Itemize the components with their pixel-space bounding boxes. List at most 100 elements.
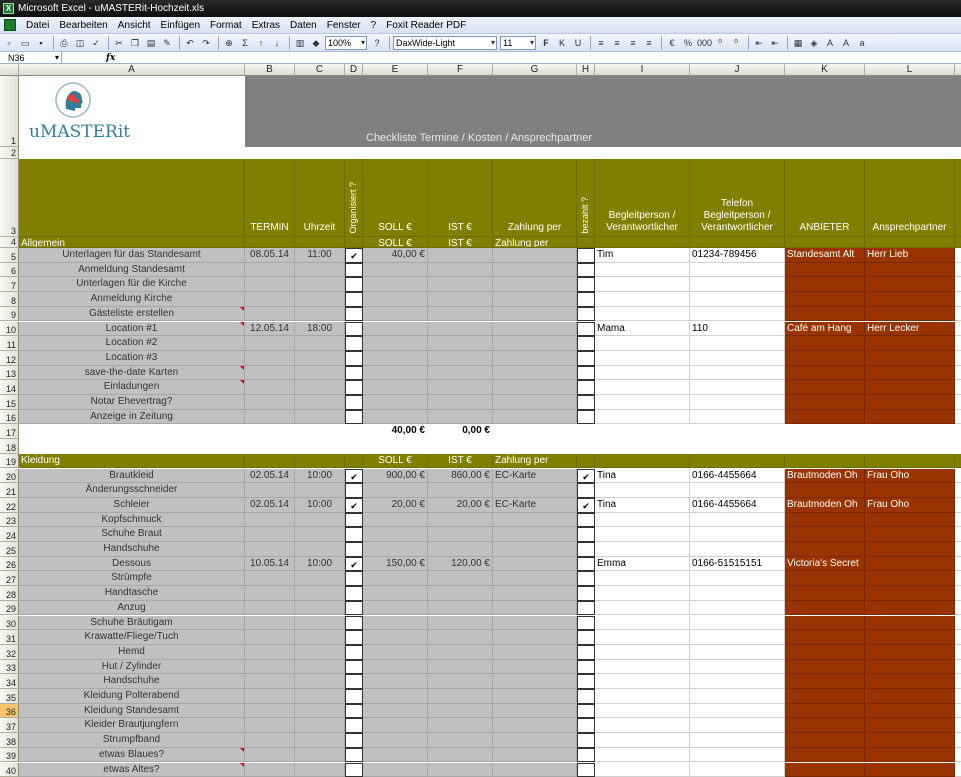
select-all-corner[interactable] [0,64,19,76]
row-header-10[interactable]: 10 [0,322,19,337]
ansprech-cell[interactable] [865,733,955,748]
redo-icon[interactable]: ↷ [199,36,213,50]
organisiert-checkbox[interactable] [345,263,363,278]
begleit-cell[interactable] [595,527,690,542]
telefon-cell[interactable]: 0166-51515151 [690,557,785,572]
anbieter-cell[interactable]: Brautmoden Oh [785,498,865,513]
bezahlt-checkbox[interactable] [577,645,595,660]
telefon-cell[interactable] [690,645,785,660]
increase-decimal-icon[interactable]: ⁰ [713,36,727,50]
task-name[interactable]: Notar Ehevertrag? [19,395,245,410]
header-begleit[interactable]: Begleitperson / Verantwortlicher [595,159,690,237]
zahlung-cell[interactable] [493,380,577,395]
zahlung-cell[interactable] [493,689,577,704]
soll-cell[interactable] [363,704,428,719]
ist-cell[interactable] [428,395,493,410]
row-header-37[interactable]: 37 [0,718,19,733]
telefon-cell[interactable] [690,748,785,763]
row-header-39[interactable]: 39 [0,748,19,763]
ist-cell[interactable] [428,366,493,381]
bezahlt-checkbox[interactable] [577,395,595,410]
anbieter-cell[interactable] [785,645,865,660]
row-header-22[interactable]: 22 [0,498,19,513]
help-icon[interactable]: ? [370,36,384,50]
section-label-allgemein[interactable]: Allgemein [19,237,245,248]
anbieter-cell[interactable] [785,513,865,528]
soll-cell[interactable]: 150,00 € [363,557,428,572]
extra-cell[interactable] [955,557,961,572]
task-name[interactable]: Unterlagen für das Standesamt [19,248,245,263]
bezahlt-checkbox[interactable] [577,307,595,322]
soll-cell[interactable] [363,395,428,410]
ansprech-cell[interactable] [865,630,955,645]
percent-button[interactable]: % [681,36,695,50]
section-cell[interactable] [577,454,595,469]
organisiert-checkbox[interactable] [345,366,363,381]
merge-center-icon[interactable]: ≡ [642,36,656,50]
comment-indicator[interactable] [240,380,244,384]
ansprech-cell[interactable] [865,410,955,425]
ist-cell[interactable] [428,380,493,395]
ansprech-cell[interactable] [865,718,955,733]
organisiert-checkbox[interactable] [345,586,363,601]
extra-cell[interactable] [955,248,961,263]
termin-cell[interactable] [245,307,295,322]
row-header-18[interactable]: 18 [0,439,19,454]
section-cell[interactable] [955,454,961,469]
row-header-8[interactable]: 8 [0,292,19,307]
termin-cell[interactable] [245,395,295,410]
begleit-cell[interactable] [595,630,690,645]
sum-soll[interactable]: 40,00 € [363,424,428,439]
row-header-40[interactable]: 40 [0,763,19,777]
ist-cell[interactable] [428,336,493,351]
row-header-17[interactable]: 17 [0,424,19,439]
ansprech-cell[interactable] [865,689,955,704]
bezahlt-checkbox[interactable] [577,630,595,645]
extra-cell[interactable] [955,586,961,601]
ansprech-cell[interactable]: Frau Oho [865,498,955,513]
zahlung-cell[interactable]: EC-Karte [493,469,577,484]
zahlung-cell[interactable] [493,292,577,307]
organisiert-checkbox[interactable]: ✔ [345,469,363,484]
anbieter-cell[interactable] [785,542,865,557]
uhrzeit-cell[interactable] [295,380,345,395]
begleit-cell[interactable] [595,336,690,351]
bezahlt-checkbox[interactable] [577,513,595,528]
extra-cell[interactable] [955,763,961,777]
ist-cell[interactable] [428,689,493,704]
zahlung-cell[interactable] [493,307,577,322]
uhrzeit-cell[interactable] [295,704,345,719]
section-cell[interactable] [295,237,345,248]
ist-cell[interactable] [428,483,493,498]
task-name[interactable]: Brautkleid [19,469,245,484]
bezahlt-checkbox[interactable] [577,601,595,616]
termin-cell[interactable] [245,513,295,528]
uhrzeit-cell[interactable] [295,513,345,528]
extra-cell[interactable] [955,674,961,689]
row-header-25[interactable]: 25 [0,542,19,557]
anbieter-cell[interactable] [785,366,865,381]
organisiert-checkbox[interactable] [345,733,363,748]
organisiert-checkbox[interactable] [345,601,363,616]
zahlung-cell[interactable] [493,718,577,733]
ansprech-cell[interactable] [865,336,955,351]
termin-cell[interactable] [245,527,295,542]
begleit-cell[interactable] [595,277,690,292]
task-name[interactable]: Location #2 [19,336,245,351]
bezahlt-checkbox[interactable] [577,689,595,704]
ist-cell[interactable] [428,674,493,689]
task-name[interactable]: Schleier [19,498,245,513]
section-cell[interactable] [690,237,785,248]
extra-cell[interactable] [955,527,961,542]
organisiert-checkbox[interactable] [345,571,363,586]
uhrzeit-cell[interactable]: 11:00 [295,248,345,263]
begleit-cell[interactable] [595,571,690,586]
ansprech-cell[interactable] [865,542,955,557]
uhrzeit-cell[interactable] [295,410,345,425]
ist-cell[interactable]: 120,00 € [428,557,493,572]
extra-cell[interactable] [955,351,961,366]
begleit-cell[interactable] [595,763,690,777]
telefon-cell[interactable] [690,630,785,645]
menu-item-0[interactable]: Datei [26,20,49,31]
sort-desc-icon[interactable]: ↓ [270,36,284,50]
